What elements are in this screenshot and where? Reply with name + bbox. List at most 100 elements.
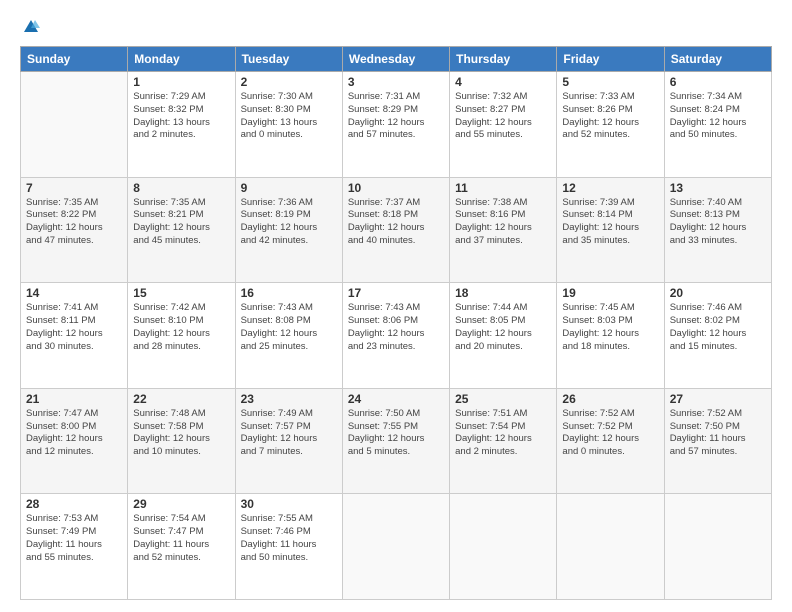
- day-number: 18: [455, 286, 551, 300]
- calendar-cell: 20 Sunrise: 7:46 AM Sunset: 8:02 PM Dayli…: [664, 283, 771, 389]
- page: SundayMondayTuesdayWednesdayThursdayFrid…: [0, 0, 792, 612]
- calendar-cell: 15 Sunrise: 7:42 AM Sunset: 8:10 PM Dayli…: [128, 283, 235, 389]
- day-info: Sunrise: 7:31 AM Sunset: 8:29 PM Dayligh…: [348, 91, 444, 142]
- day-info: Sunrise: 7:53 AM Sunset: 7:49 PM Dayligh…: [26, 513, 122, 564]
- calendar-cell: 8 Sunrise: 7:35 AM Sunset: 8:21 PM Daylig…: [128, 177, 235, 283]
- calendar-cell: 30 Sunrise: 7:55 AM Sunset: 7:46 PM Dayli…: [235, 494, 342, 600]
- day-number: 11: [455, 181, 551, 195]
- weekday-header-tuesday: Tuesday: [235, 47, 342, 72]
- calendar-cell: 12Sunrise: 7:39 AM Sunset: 8:14 PM Dayli…: [557, 177, 664, 283]
- day-info: Sunrise: 7:30 AM Sunset: 8:30 PM Dayligh…: [241, 91, 337, 142]
- calendar-cell: 11 Sunrise: 7:38 AM Sunset: 8:16 PM Dayli…: [450, 177, 557, 283]
- day-info: Sunrise: 7:29 AM Sunset: 8:32 PM Dayligh…: [133, 91, 229, 142]
- calendar-cell: 2 Sunrise: 7:30 AM Sunset: 8:30 PM Daylig…: [235, 72, 342, 178]
- day-info: Sunrise: 7:34 AM Sunset: 8:24 PM Dayligh…: [670, 91, 766, 142]
- day-number: 17: [348, 286, 444, 300]
- day-number: 29: [133, 497, 229, 511]
- calendar-cell: 17 Sunrise: 7:43 AM Sunset: 8:06 PM Dayli…: [342, 283, 449, 389]
- day-number: 6: [670, 75, 766, 89]
- calendar: SundayMondayTuesdayWednesdayThursdayFrid…: [20, 46, 772, 600]
- day-info: Sunrise: 7:52 AM Sunset: 7:52 PM Dayligh…: [562, 408, 658, 459]
- day-number: 15: [133, 286, 229, 300]
- day-number: 23: [241, 392, 337, 406]
- calendar-cell: 29 Sunrise: 7:54 AM Sunset: 7:47 PM Dayli…: [128, 494, 235, 600]
- day-number: 24: [348, 392, 444, 406]
- day-number: 16: [241, 286, 337, 300]
- calendar-cell: 10 Sunrise: 7:37 AM Sunset: 8:18 PM Dayli…: [342, 177, 449, 283]
- day-number: 27: [670, 392, 766, 406]
- weekday-header-row: SundayMondayTuesdayWednesdayThursdayFrid…: [21, 47, 772, 72]
- calendar-cell: 23 Sunrise: 7:49 AM Sunset: 7:57 PM Dayli…: [235, 388, 342, 494]
- day-number: 3: [348, 75, 444, 89]
- calendar-cell: 24Sunrise: 7:50 AM Sunset: 7:55 PM Dayli…: [342, 388, 449, 494]
- day-info: Sunrise: 7:49 AM Sunset: 7:57 PM Dayligh…: [241, 408, 337, 459]
- day-info: Sunrise: 7:32 AM Sunset: 8:27 PM Dayligh…: [455, 91, 551, 142]
- weekday-header-monday: Monday: [128, 47, 235, 72]
- calendar-cell: 22 Sunrise: 7:48 AM Sunset: 7:58 PM Dayli…: [128, 388, 235, 494]
- calendar-cell: 1Sunrise: 7:29 AM Sunset: 8:32 PM Daylig…: [128, 72, 235, 178]
- calendar-week-row: 14 Sunrise: 7:41 AM Sunset: 8:11 PM Dayli…: [21, 283, 772, 389]
- calendar-cell: 13 Sunrise: 7:40 AM Sunset: 8:13 PM Dayli…: [664, 177, 771, 283]
- day-info: Sunrise: 7:38 AM Sunset: 8:16 PM Dayligh…: [455, 197, 551, 248]
- calendar-cell: [342, 494, 449, 600]
- weekday-header-saturday: Saturday: [664, 47, 771, 72]
- day-info: Sunrise: 7:46 AM Sunset: 8:02 PM Dayligh…: [670, 302, 766, 353]
- calendar-cell: [557, 494, 664, 600]
- calendar-cell: 27 Sunrise: 7:52 AM Sunset: 7:50 PM Dayli…: [664, 388, 771, 494]
- calendar-week-row: 21 Sunrise: 7:47 AM Sunset: 8:00 PM Dayli…: [21, 388, 772, 494]
- weekday-header-sunday: Sunday: [21, 47, 128, 72]
- day-info: Sunrise: 7:54 AM Sunset: 7:47 PM Dayligh…: [133, 513, 229, 564]
- day-info: Sunrise: 7:37 AM Sunset: 8:18 PM Dayligh…: [348, 197, 444, 248]
- day-number: 13: [670, 181, 766, 195]
- calendar-cell: 28 Sunrise: 7:53 AM Sunset: 7:49 PM Dayli…: [21, 494, 128, 600]
- day-info: Sunrise: 7:42 AM Sunset: 8:10 PM Dayligh…: [133, 302, 229, 353]
- day-number: 19: [562, 286, 658, 300]
- day-info: Sunrise: 7:48 AM Sunset: 7:58 PM Dayligh…: [133, 408, 229, 459]
- day-info: Sunrise: 7:41 AM Sunset: 8:11 PM Dayligh…: [26, 302, 122, 353]
- calendar-cell: [21, 72, 128, 178]
- day-info: Sunrise: 7:47 AM Sunset: 8:00 PM Dayligh…: [26, 408, 122, 459]
- day-number: 9: [241, 181, 337, 195]
- calendar-cell: 21 Sunrise: 7:47 AM Sunset: 8:00 PM Dayli…: [21, 388, 128, 494]
- day-info: Sunrise: 7:43 AM Sunset: 8:08 PM Dayligh…: [241, 302, 337, 353]
- calendar-cell: [450, 494, 557, 600]
- day-number: 22: [133, 392, 229, 406]
- calendar-cell: 4Sunrise: 7:32 AM Sunset: 8:27 PM Daylig…: [450, 72, 557, 178]
- day-info: Sunrise: 7:51 AM Sunset: 7:54 PM Dayligh…: [455, 408, 551, 459]
- day-number: 26: [562, 392, 658, 406]
- day-number: 8: [133, 181, 229, 195]
- logo-icon: [22, 18, 40, 36]
- day-number: 30: [241, 497, 337, 511]
- day-number: 25: [455, 392, 551, 406]
- calendar-cell: 18 Sunrise: 7:44 AM Sunset: 8:05 PM Dayli…: [450, 283, 557, 389]
- day-number: 28: [26, 497, 122, 511]
- calendar-cell: 14 Sunrise: 7:41 AM Sunset: 8:11 PM Dayli…: [21, 283, 128, 389]
- calendar-cell: 9 Sunrise: 7:36 AM Sunset: 8:19 PM Daylig…: [235, 177, 342, 283]
- day-info: Sunrise: 7:45 AM Sunset: 8:03 PM Dayligh…: [562, 302, 658, 353]
- day-number: 2: [241, 75, 337, 89]
- day-number: 12: [562, 181, 658, 195]
- calendar-week-row: 28 Sunrise: 7:53 AM Sunset: 7:49 PM Dayli…: [21, 494, 772, 600]
- day-number: 20: [670, 286, 766, 300]
- day-info: Sunrise: 7:44 AM Sunset: 8:05 PM Dayligh…: [455, 302, 551, 353]
- calendar-week-row: 1Sunrise: 7:29 AM Sunset: 8:32 PM Daylig…: [21, 72, 772, 178]
- day-info: Sunrise: 7:43 AM Sunset: 8:06 PM Dayligh…: [348, 302, 444, 353]
- day-number: 7: [26, 181, 122, 195]
- calendar-cell: [664, 494, 771, 600]
- header: [20, 18, 772, 36]
- day-number: 14: [26, 286, 122, 300]
- day-info: Sunrise: 7:55 AM Sunset: 7:46 PM Dayligh…: [241, 513, 337, 564]
- weekday-header-thursday: Thursday: [450, 47, 557, 72]
- day-info: Sunrise: 7:35 AM Sunset: 8:22 PM Dayligh…: [26, 197, 122, 248]
- calendar-cell: 6 Sunrise: 7:34 AM Sunset: 8:24 PM Daylig…: [664, 72, 771, 178]
- day-number: 10: [348, 181, 444, 195]
- day-info: Sunrise: 7:35 AM Sunset: 8:21 PM Dayligh…: [133, 197, 229, 248]
- day-info: Sunrise: 7:52 AM Sunset: 7:50 PM Dayligh…: [670, 408, 766, 459]
- calendar-cell: 26 Sunrise: 7:52 AM Sunset: 7:52 PM Dayli…: [557, 388, 664, 494]
- weekday-header-wednesday: Wednesday: [342, 47, 449, 72]
- day-number: 21: [26, 392, 122, 406]
- weekday-header-friday: Friday: [557, 47, 664, 72]
- day-info: Sunrise: 7:36 AM Sunset: 8:19 PM Dayligh…: [241, 197, 337, 248]
- day-info: Sunrise: 7:40 AM Sunset: 8:13 PM Dayligh…: [670, 197, 766, 248]
- calendar-cell: 7 Sunrise: 7:35 AM Sunset: 8:22 PM Daylig…: [21, 177, 128, 283]
